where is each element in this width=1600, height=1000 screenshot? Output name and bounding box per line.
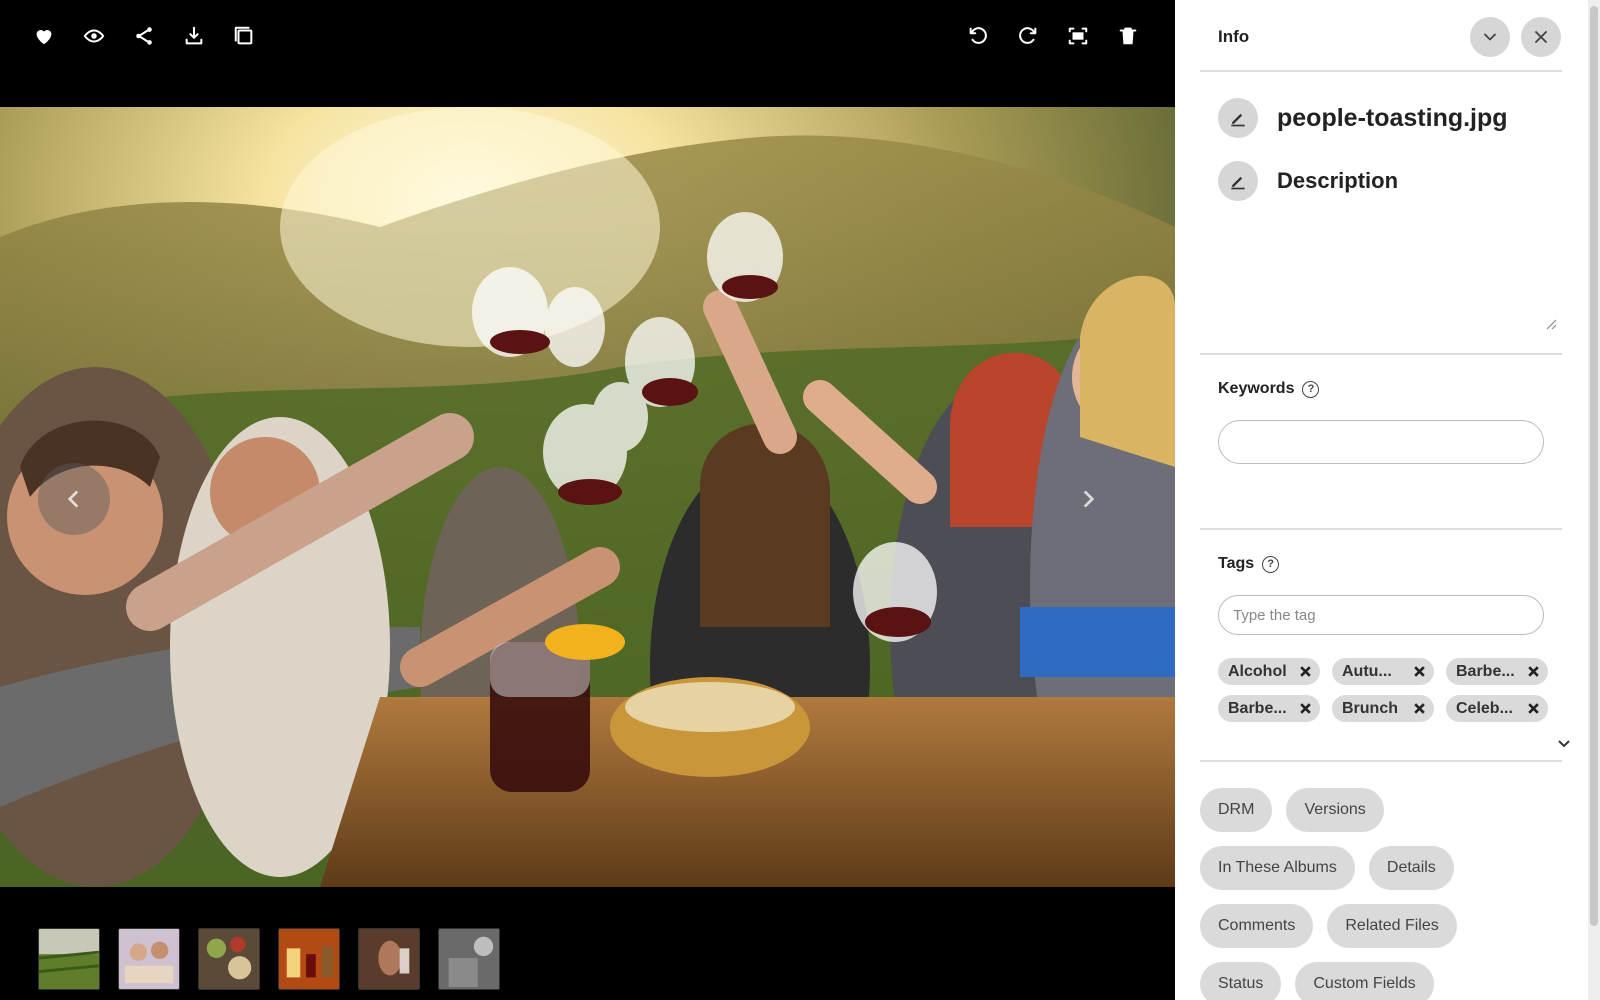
thumbnail-food-table[interactable] [198, 928, 260, 990]
chevron-right-icon [1083, 490, 1095, 508]
description-row: Description [1218, 161, 1398, 201]
fit-screen-icon [1068, 27, 1088, 45]
tag-chip: Celeb... [1446, 695, 1548, 722]
chevron-down-icon [1484, 33, 1496, 41]
copy-button[interactable] [228, 20, 260, 52]
remove-tag-icon[interactable] [1299, 702, 1312, 715]
pencil-icon [1231, 176, 1245, 190]
comments-button[interactable]: Comments [1200, 904, 1314, 948]
edit-description-button[interactable] [1218, 161, 1258, 201]
photo-image [0, 107, 1175, 887]
download-icon [185, 26, 203, 45]
share-button[interactable] [128, 20, 160, 52]
help-icon[interactable]: ? [1302, 380, 1320, 398]
tag-chip: Autu... [1332, 658, 1434, 685]
delete-button[interactable] [1112, 20, 1144, 52]
remove-tag-icon[interactable] [1413, 665, 1426, 678]
custom-fields-button[interactable]: Custom Fields [1295, 962, 1434, 1000]
remove-tag-icon[interactable] [1299, 665, 1312, 678]
chevron-left-icon [67, 490, 79, 508]
view-button[interactable] [78, 20, 110, 52]
download-button[interactable] [178, 20, 210, 52]
thumbnail-strip [38, 928, 500, 990]
eye-icon [83, 29, 105, 43]
share-icon [136, 27, 152, 45]
keywords-input[interactable] [1218, 420, 1544, 464]
resize-handle-icon[interactable] [1545, 318, 1557, 330]
rotate-right-button[interactable] [1012, 20, 1044, 52]
divider [1200, 353, 1562, 355]
rotate-left-icon [969, 27, 987, 44]
viewer-toolbar [0, 0, 1175, 72]
pencil-icon [1231, 113, 1245, 127]
info-panel: Info people-toasting.jpg Description Key… [1175, 0, 1600, 1000]
panel-header: Info [1200, 0, 1562, 72]
tag-chip: Alcohol [1218, 658, 1320, 685]
previous-image-button[interactable] [38, 463, 110, 535]
heart-icon [36, 30, 52, 45]
filename-row: people-toasting.jpg [1218, 98, 1508, 138]
panel-scrollbar[interactable] [1588, 0, 1600, 1000]
tags-label: Tags ? [1218, 555, 1280, 573]
divider [1200, 528, 1562, 530]
next-image-button[interactable] [1052, 463, 1124, 535]
thumbnail-wine-glasses[interactable] [278, 928, 340, 990]
tag-chip: Barbe... [1218, 695, 1320, 722]
tag-list: Alcohol Autu... Barbe... Barbe... Brunch [1218, 658, 1548, 722]
image-viewer [0, 0, 1175, 1000]
thumbnail-toasting-close[interactable] [358, 928, 420, 990]
app: Info people-toasting.jpg Description Key… [0, 0, 1600, 1000]
remove-tag-icon[interactable] [1527, 665, 1540, 678]
edit-filename-button[interactable] [1218, 98, 1258, 138]
versions-button[interactable]: Versions [1286, 788, 1384, 832]
rotate-right-icon [1019, 27, 1037, 44]
description-label: Description [1277, 168, 1399, 193]
thumbnail-vineyard[interactable] [38, 928, 100, 990]
collapse-panel-button[interactable] [1470, 17, 1510, 57]
copy-icon [234, 26, 253, 45]
tag-chip: Brunch [1332, 695, 1434, 722]
thumbnail-party[interactable] [438, 928, 500, 990]
close-icon [1535, 31, 1547, 43]
fit-screen-button[interactable] [1062, 20, 1094, 52]
main-photo [0, 107, 1175, 887]
status-button[interactable]: Status [1200, 962, 1282, 1000]
help-icon[interactable]: ? [1262, 555, 1280, 573]
thumbnail-friends-picnic[interactable] [118, 928, 180, 990]
remove-tag-icon[interactable] [1527, 702, 1540, 715]
tag-input[interactable] [1218, 595, 1544, 635]
tag-chip: Barbe... [1446, 658, 1548, 685]
section-buttons: DRM Versions In These Albums Details Com… [1200, 788, 1580, 1000]
in-these-albums-button[interactable]: In These Albums [1200, 846, 1355, 890]
filename: people-toasting.jpg [1277, 103, 1508, 132]
remove-tag-icon[interactable] [1413, 702, 1426, 715]
drm-button[interactable]: DRM [1200, 788, 1273, 832]
close-panel-button[interactable] [1521, 17, 1561, 57]
keywords-label: Keywords ? [1218, 380, 1320, 398]
favorite-button[interactable] [28, 20, 60, 52]
divider [1200, 760, 1562, 762]
expand-tags-icon[interactable] [1556, 735, 1572, 751]
details-button[interactable]: Details [1368, 846, 1454, 890]
rotate-left-button[interactable] [962, 20, 994, 52]
related-files-button[interactable]: Related Files [1327, 904, 1457, 948]
panel-title: Info [1218, 27, 1250, 46]
trash-icon [1119, 27, 1137, 45]
